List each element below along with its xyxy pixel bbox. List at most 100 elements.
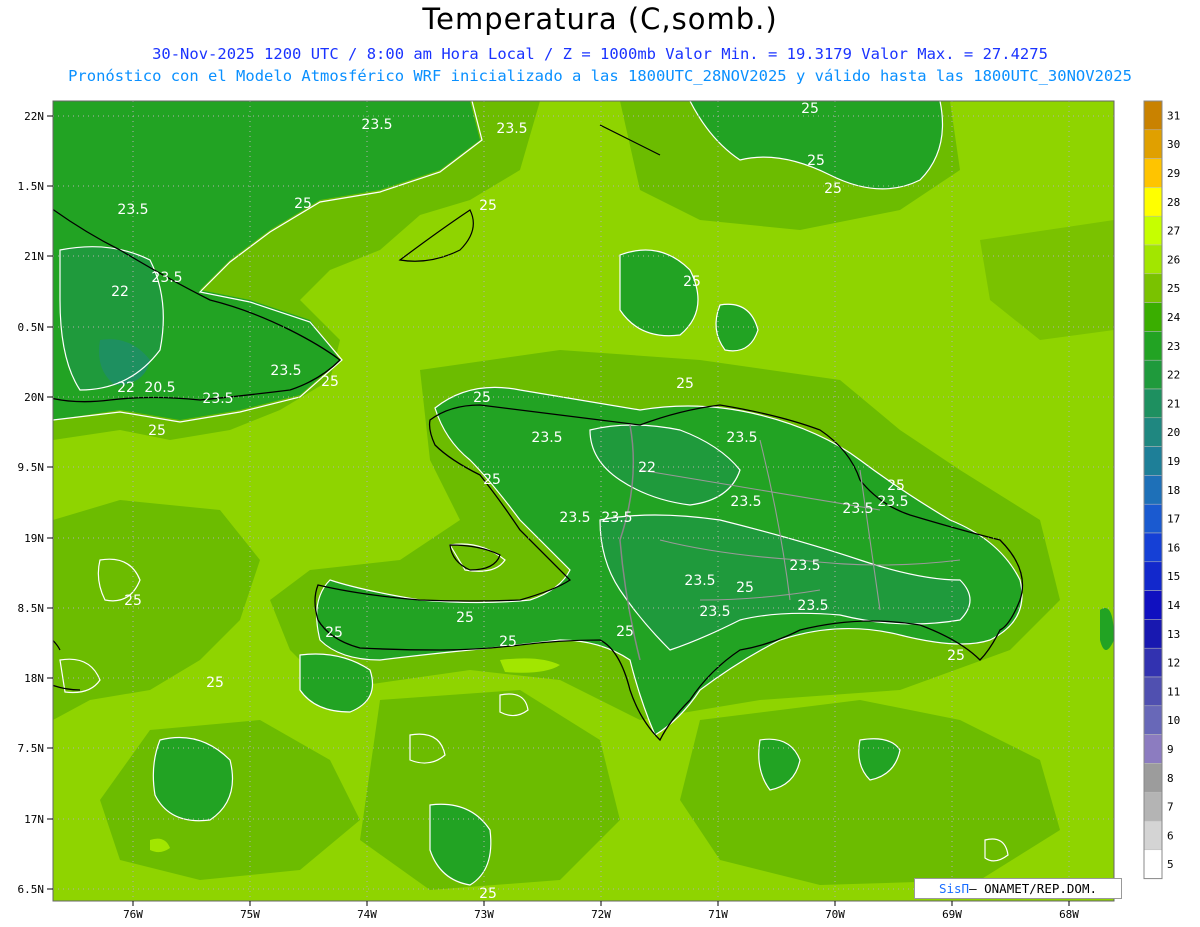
map-title: Temperatura (C,somb.) bbox=[422, 2, 778, 36]
contour-label: 23.5 bbox=[842, 501, 873, 517]
contour-label: 25 bbox=[887, 478, 905, 494]
colorbar-swatch bbox=[1143, 129, 1163, 159]
lon-label: 71W bbox=[708, 908, 728, 921]
colorbar-label: 8 bbox=[1167, 772, 1174, 785]
contour-label: 23.5 bbox=[270, 363, 301, 379]
colorbar-swatch bbox=[1143, 100, 1163, 131]
colorbar-label: 12 bbox=[1167, 657, 1180, 670]
colorbar-label: 7 bbox=[1167, 801, 1174, 814]
colorbar-swatch bbox=[1143, 244, 1163, 275]
colorbar-swatch bbox=[1143, 475, 1163, 505]
colorbar-label: 27 bbox=[1167, 225, 1180, 238]
contour-label: 23.5 bbox=[151, 270, 182, 286]
lon-label: 74W bbox=[357, 908, 377, 921]
colorbar-swatch bbox=[1143, 158, 1163, 188]
contour-label: 23.5 bbox=[496, 121, 527, 137]
contour-label: 25 bbox=[676, 376, 694, 392]
contour-label: 23.5 bbox=[361, 117, 392, 133]
colorbar: 31 30 29 28 27 26 25 24 23 22 21 20 19 18 17 16 15 14 13 12… bbox=[1143, 100, 1181, 880]
colorbar-swatch bbox=[1143, 187, 1163, 217]
colorbar-label: 26 bbox=[1167, 253, 1180, 266]
credit-box: SisΠ– ONAMET/REP.DOM. bbox=[914, 878, 1122, 899]
colorbar-label: 22 bbox=[1167, 369, 1180, 382]
colorbar-label: 28 bbox=[1167, 196, 1180, 209]
colorbar-label: 24 bbox=[1167, 311, 1181, 324]
colorbar-swatch bbox=[1143, 820, 1163, 851]
colorbar-swatch bbox=[1143, 647, 1163, 678]
colorbar-swatch bbox=[1143, 446, 1163, 476]
contour-label: 25 bbox=[616, 624, 634, 640]
longitude-labels: 76W 75W 74W 73W 72W 71W 70W 69W 68W bbox=[123, 908, 1079, 921]
lat-label: 18N bbox=[24, 672, 44, 685]
colorbar-label: 6 bbox=[1167, 829, 1174, 842]
lat-label: 8.5N bbox=[18, 602, 45, 615]
colorbar-label: 14 bbox=[1167, 599, 1181, 612]
contour-label: 25 bbox=[801, 101, 819, 117]
colorbar-label: 25 bbox=[1167, 282, 1180, 295]
contour-label: 23.5 bbox=[699, 604, 730, 620]
colorbar-label: 5 bbox=[1167, 858, 1174, 871]
lat-label: 7.5N bbox=[18, 742, 45, 755]
colorbar-swatch bbox=[1143, 417, 1163, 447]
contour-label: 23.5 bbox=[726, 430, 757, 446]
colorbar-label: 10 bbox=[1167, 714, 1180, 727]
colorbar-swatch bbox=[1143, 215, 1163, 246]
contour-label: 25 bbox=[325, 625, 343, 641]
lon-label: 70W bbox=[825, 908, 845, 921]
colorbar-label: 13 bbox=[1167, 628, 1180, 641]
lon-label: 73W bbox=[474, 908, 494, 921]
colorbar-swatch bbox=[1143, 791, 1163, 822]
colorbar-swatch bbox=[1143, 676, 1163, 707]
contour-label: 25 bbox=[683, 274, 701, 290]
contour-label: 23.5 bbox=[202, 391, 233, 407]
colorbar-swatch bbox=[1143, 359, 1163, 390]
contour-label: 25 bbox=[456, 610, 474, 626]
temperature-field bbox=[53, 101, 1114, 901]
colorbar-label: 16 bbox=[1167, 541, 1180, 554]
contour-label: 20.5 bbox=[144, 380, 175, 396]
contour-label: 25 bbox=[807, 153, 825, 169]
contour-label: 25 bbox=[736, 580, 754, 596]
contour-label: 23.5 bbox=[789, 558, 820, 574]
contour-label: 22 bbox=[111, 284, 129, 300]
contour-label: 25 bbox=[321, 374, 339, 390]
contour-label: 25 bbox=[483, 472, 501, 488]
colorbar-label: 21 bbox=[1167, 397, 1180, 410]
lat-label: 19N bbox=[24, 532, 44, 545]
colorbar-label: 31 bbox=[1167, 109, 1180, 122]
colorbar-swatch bbox=[1143, 590, 1163, 620]
lat-label: 21N bbox=[24, 250, 44, 263]
contour-label: 25 bbox=[499, 634, 517, 650]
colorbar-label: 30 bbox=[1167, 138, 1180, 151]
model-info-line: Pronóstico con el Modelo Atmosférico WRF… bbox=[68, 67, 1132, 85]
contour-label: 25 bbox=[947, 648, 965, 664]
lat-label: 20N bbox=[24, 391, 44, 404]
colorbar-swatch bbox=[1143, 331, 1163, 361]
contour-label: 23.5 bbox=[117, 202, 148, 218]
contour-label: 25 bbox=[479, 198, 497, 214]
colorbar-label: 19 bbox=[1167, 455, 1180, 468]
contour-label: 25 bbox=[479, 886, 497, 902]
contour-label: 25 bbox=[294, 196, 312, 212]
colorbar-swatch bbox=[1143, 734, 1163, 764]
contour-label: 22 bbox=[638, 460, 656, 476]
lat-label: 22N bbox=[24, 110, 44, 123]
lat-label: 17N bbox=[24, 813, 44, 826]
colorbar-swatch bbox=[1143, 532, 1163, 563]
valid-time-line: 30-Nov-2025 1200 UTC / 8:00 am Hora Loca… bbox=[152, 45, 1048, 63]
contour-label: 25 bbox=[824, 181, 842, 197]
colorbar-swatch bbox=[1143, 705, 1163, 735]
contour-label: 23.5 bbox=[877, 494, 908, 510]
contour-label: 25 bbox=[206, 675, 224, 691]
lat-label: 9.5N bbox=[18, 461, 45, 474]
colorbar-swatch bbox=[1143, 763, 1163, 793]
colorbar-swatch bbox=[1143, 388, 1163, 419]
contour-label: 23.5 bbox=[531, 430, 562, 446]
colorbar-swatch bbox=[1143, 849, 1163, 879]
colorbar-label: 15 bbox=[1167, 570, 1180, 583]
credit-text: – ONAMET/REP.DOM. bbox=[969, 881, 1098, 896]
latitude-labels: 22N 1.5N 21N 0.5N 20N 9.5N 19N 8.5N 18N … bbox=[18, 110, 45, 896]
lon-label: 76W bbox=[123, 908, 143, 921]
colorbar-label: 20 bbox=[1167, 426, 1180, 439]
contour-label: 23.5 bbox=[730, 494, 761, 510]
